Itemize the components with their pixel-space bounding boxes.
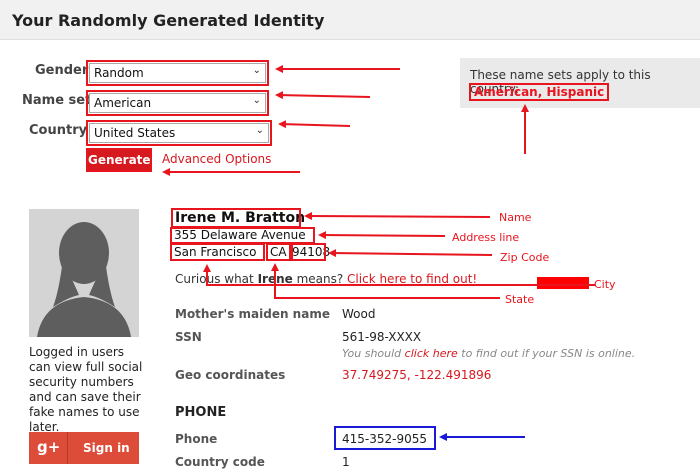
- advanced-options-link[interactable]: Advanced Options: [162, 152, 271, 166]
- page-title: Your Randomly Generated Identity: [12, 11, 325, 30]
- name-meaning-name: Irene: [257, 272, 293, 286]
- country-code-label: Country code: [175, 455, 265, 469]
- ssn-label: SSN: [175, 330, 202, 344]
- annotation-label-address: Address line: [452, 231, 520, 244]
- avatar: [29, 209, 139, 337]
- country-code-value: 1: [342, 455, 350, 469]
- country-label: Country: [29, 123, 88, 138]
- phone-section-title: PHONE: [175, 405, 227, 420]
- signin-label: Sign in: [83, 441, 130, 455]
- annotation-box: [86, 90, 269, 116]
- annotation-label-name: Name: [499, 211, 532, 224]
- name-meaning-prefix: Curious what: [175, 272, 258, 286]
- arrow-address: [318, 231, 446, 240]
- annotation-box: [86, 60, 269, 86]
- annotation-box: [171, 208, 301, 228]
- redaction-block: [537, 277, 589, 289]
- maiden-name-label: Mother's maiden name: [175, 307, 330, 321]
- page-header: Your Randomly Generated Identity: [0, 0, 700, 40]
- geo-coordinates-link[interactable]: 37.749275, -122.491896: [342, 368, 491, 382]
- arrow-nameset: [275, 91, 371, 100]
- annotation-box: [170, 243, 265, 261]
- nameset-label: Name set: [22, 93, 92, 108]
- google-plus-icon: g+: [37, 438, 61, 456]
- annotation-label-zip: Zip Code: [500, 251, 550, 264]
- geo-label: Geo coordinates: [175, 368, 286, 382]
- name-meaning-link[interactable]: Click here to find out!: [347, 272, 477, 286]
- name-meaning-line: Curious what Irene means? Click here to …: [175, 272, 477, 286]
- divider: [67, 432, 68, 464]
- annotation-box: [170, 227, 315, 244]
- annotation-label-city: City: [594, 278, 616, 291]
- ssn-check-link[interactable]: click here: [405, 347, 458, 360]
- person-silhouette-icon: [29, 209, 139, 337]
- ssn-note-prefix: You should: [342, 347, 405, 360]
- nameset-note-value: American, Hispanic: [469, 83, 610, 101]
- google-signin-button[interactable]: g+ Sign in: [29, 432, 139, 464]
- login-promo-text: Logged in users can view full social sec…: [29, 345, 143, 434]
- ssn-value: 561-98-XXXX: [342, 330, 422, 344]
- maiden-name-value: Wood: [342, 307, 376, 321]
- annotation-box-blue: [334, 426, 436, 450]
- annotation-box: [266, 243, 291, 261]
- ssn-note: You should click here to find out if you…: [342, 347, 635, 360]
- arrow-zip: [328, 249, 493, 258]
- arrow-name: [304, 212, 491, 221]
- phone-label: Phone: [175, 432, 218, 446]
- generate-button[interactable]: Generate: [86, 148, 152, 172]
- name-meaning-mid: means?: [292, 272, 348, 286]
- gender-label: Gender: [35, 63, 89, 78]
- annotation-label-state: State: [505, 293, 535, 306]
- arrow-country: [278, 120, 351, 129]
- annotation-box: [86, 120, 272, 146]
- ssn-note-suffix: to find out if your SSN is online.: [457, 347, 636, 360]
- annotation-box: [291, 243, 326, 261]
